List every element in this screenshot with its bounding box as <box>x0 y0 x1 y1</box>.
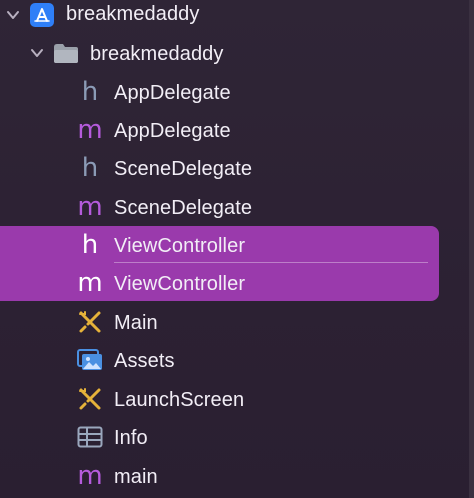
file-label: Main <box>114 312 158 334</box>
file-row[interactable]: h SceneDelegate <box>0 149 474 187</box>
implementation-file-icon: m <box>77 461 103 491</box>
file-label: AppDelegate <box>114 82 231 104</box>
project-label: breakmedaddy <box>66 3 200 25</box>
implementation-file-icon: m <box>77 115 103 145</box>
file-row[interactable]: m main <box>0 457 474 495</box>
file-label: ViewController <box>114 273 246 295</box>
project-row[interactable]: breakmedaddy <box>0 0 474 34</box>
project-navigator: breakmedaddy breakmedaddy h AppDelegate … <box>0 0 474 498</box>
plist-icon <box>76 423 104 451</box>
file-label: ViewController <box>114 235 246 257</box>
xcode-project-icon <box>28 1 56 29</box>
file-row[interactable]: h AppDelegate <box>0 73 474 111</box>
file-row-selected[interactable]: m ViewController <box>0 264 474 302</box>
file-label: SceneDelegate <box>114 158 253 180</box>
chevron-down-icon[interactable] <box>30 46 44 60</box>
file-row[interactable]: Info <box>0 418 474 456</box>
group-label: breakmedaddy <box>90 43 224 65</box>
file-row-selected[interactable]: h ViewController <box>0 226 474 264</box>
file-label: Info <box>114 427 148 449</box>
header-file-icon: h <box>81 153 99 183</box>
storyboard-icon <box>76 308 104 336</box>
file-row[interactable]: Main <box>0 303 474 341</box>
file-label: main <box>114 466 158 488</box>
storyboard-icon <box>76 385 104 413</box>
chevron-down-icon[interactable] <box>6 8 20 22</box>
file-row[interactable]: Assets <box>0 341 474 379</box>
file-label: Assets <box>114 350 175 372</box>
file-label: SceneDelegate <box>114 197 253 219</box>
header-file-icon: h <box>81 77 99 107</box>
file-label: LaunchScreen <box>114 389 245 411</box>
file-row[interactable]: m SceneDelegate <box>0 188 474 226</box>
folder-icon <box>52 39 80 67</box>
scrollbar-track[interactable] <box>469 0 474 498</box>
header-file-icon: h <box>81 230 99 260</box>
group-row[interactable]: breakmedaddy <box>0 34 474 72</box>
file-row[interactable]: LaunchScreen <box>0 380 474 418</box>
implementation-file-icon: m <box>77 192 103 222</box>
file-label: AppDelegate <box>114 120 231 142</box>
asset-catalog-icon <box>76 346 104 374</box>
implementation-file-icon: m <box>77 268 103 298</box>
file-row[interactable]: m AppDelegate <box>0 111 474 149</box>
